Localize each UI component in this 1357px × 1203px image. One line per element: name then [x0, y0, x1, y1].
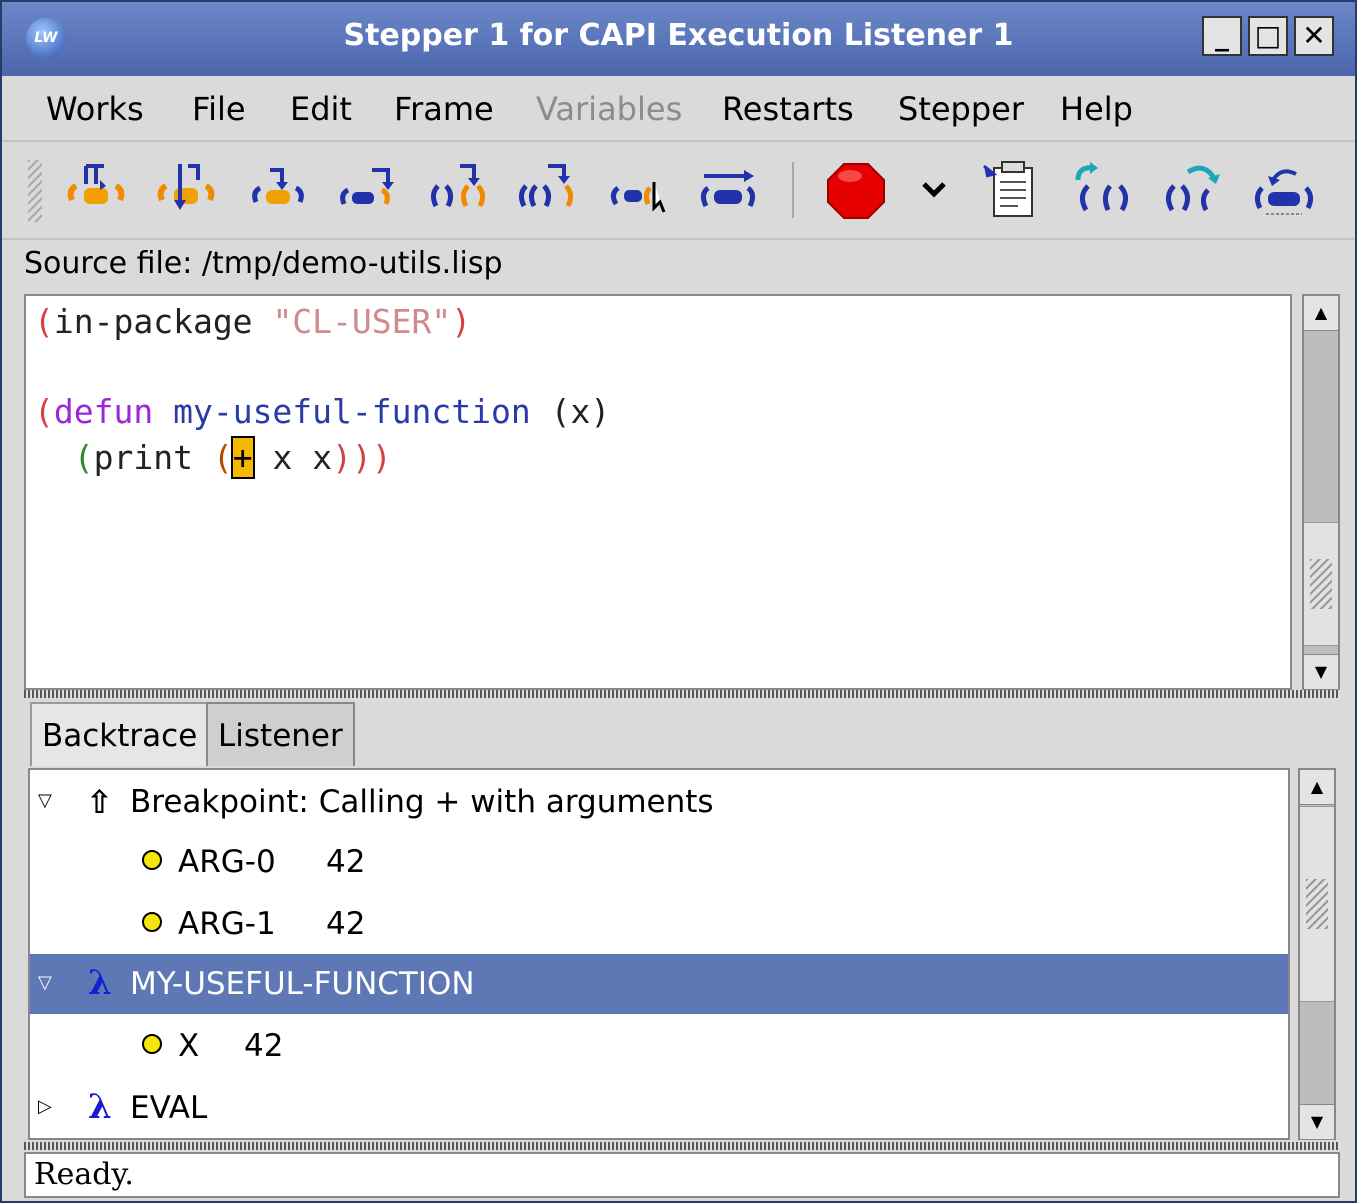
- tab-backtrace[interactable]: Backtrace: [30, 702, 210, 766]
- undo-macroexpand-icon[interactable]: [1252, 160, 1316, 222]
- step-into-icon[interactable]: [154, 160, 218, 222]
- step-out-icon[interactable]: [516, 160, 580, 222]
- source-editor[interactable]: (in-package "CL-USER") (defun my-useful-…: [24, 294, 1292, 690]
- arg-value: 42: [326, 844, 366, 880]
- stepper-cursor: +: [230, 436, 255, 479]
- lambda-icon: λ: [88, 963, 112, 1003]
- menu-edit[interactable]: Edit: [290, 90, 352, 128]
- backtrace-scrollbar[interactable]: ▲ ▼: [1298, 768, 1336, 1140]
- frame-label: EVAL: [130, 1090, 208, 1126]
- code-line-3: (print (+ x x))): [73, 436, 392, 479]
- menu-bar: Works File Edit Frame Variables Restarts…: [2, 78, 1355, 142]
- var-value: 42: [244, 1028, 284, 1064]
- minimize-button[interactable]: _: [1202, 16, 1242, 56]
- arg-name: ARG-0: [178, 844, 276, 880]
- arg-value: 42: [326, 906, 366, 942]
- pane-splitter[interactable]: [24, 690, 1340, 698]
- breakpoint-arrow-icon: ⇧: [86, 783, 113, 821]
- scroll-up-icon[interactable]: ▲: [1304, 296, 1338, 331]
- restart-frame-icon[interactable]: [1072, 160, 1136, 222]
- expand-triangle-icon[interactable]: ▽: [38, 792, 52, 810]
- tree-row-x[interactable]: X 42: [30, 1016, 1288, 1076]
- menu-frame[interactable]: Frame: [394, 90, 494, 128]
- tree-row-arg0[interactable]: ARG-0 42: [30, 832, 1288, 892]
- variable-dot-icon: [142, 1034, 162, 1054]
- maximize-button[interactable]: □: [1248, 16, 1288, 56]
- lambda-icon: λ: [88, 1087, 112, 1127]
- menu-works[interactable]: Works: [46, 90, 144, 128]
- expand-triangle-icon[interactable]: ▽: [38, 974, 52, 992]
- continue-icon[interactable]: [696, 160, 760, 222]
- menu-variables: Variables: [536, 90, 683, 128]
- dropdown-icon[interactable]: [902, 160, 966, 222]
- scroll-down-icon[interactable]: ▼: [1304, 654, 1338, 689]
- toolbar-separator: [792, 162, 794, 218]
- step-over-icon[interactable]: [336, 160, 400, 222]
- backtrace-scroll-thumb[interactable]: [1300, 806, 1334, 1002]
- tree-row-eval[interactable]: ▷ λ EVAL: [30, 1078, 1288, 1138]
- var-name: X: [178, 1028, 200, 1064]
- tab-listener[interactable]: Listener: [206, 702, 355, 766]
- step-to-value-icon[interactable]: [606, 160, 670, 222]
- step-through-call-icon[interactable]: [64, 160, 128, 222]
- menu-stepper[interactable]: Stepper: [898, 90, 1024, 128]
- scroll-down-icon[interactable]: ▼: [1300, 1104, 1334, 1139]
- variable-dot-icon: [142, 912, 162, 932]
- editor-scrollbar[interactable]: ▲ ▼: [1302, 294, 1340, 690]
- code-line-1: (in-package "CL-USER"): [34, 302, 472, 341]
- status-bar: Ready.: [24, 1152, 1340, 1198]
- code-line-2: (defun my-useful-function (x): [34, 392, 611, 431]
- window-title: Stepper 1 for CAPI Execution Listener 1: [343, 18, 1014, 53]
- tree-row-breakpoint[interactable]: ▽ ⇧ Breakpoint: Calling + with arguments: [30, 772, 1288, 832]
- backtrace-tree[interactable]: ▽ ⇧ Breakpoint: Calling + with arguments…: [28, 768, 1290, 1140]
- close-button[interactable]: ✕: [1294, 16, 1334, 56]
- stop-icon[interactable]: [824, 160, 888, 222]
- stepper-window: LW Stepper 1 for CAPI Execution Listener…: [0, 0, 1357, 1203]
- tree-row-arg1[interactable]: ARG-1 42: [30, 894, 1288, 954]
- collapse-triangle-icon[interactable]: ▷: [38, 1098, 52, 1116]
- arg-name: ARG-1: [178, 906, 276, 942]
- title-bar[interactable]: LW Stepper 1 for CAPI Execution Listener…: [2, 2, 1355, 76]
- frame-label: MY-USEFUL-FUNCTION: [130, 966, 475, 1002]
- menu-restarts[interactable]: Restarts: [722, 90, 854, 128]
- variable-dot-icon: [142, 850, 162, 870]
- menu-file[interactable]: File: [192, 90, 246, 128]
- breakpoint-label: Breakpoint: Calling + with arguments: [130, 784, 714, 820]
- menu-help[interactable]: Help: [1060, 90, 1133, 128]
- status-splitter[interactable]: [24, 1142, 1340, 1150]
- toolbar-grip[interactable]: [28, 160, 42, 222]
- editor-scroll-thumb[interactable]: [1304, 522, 1338, 646]
- source-file-label: Source file: /tmp/demo-utils.lisp: [24, 246, 503, 281]
- step-next-form-icon[interactable]: [426, 160, 490, 222]
- scroll-up-icon[interactable]: ▲: [1300, 770, 1334, 805]
- tree-row-my-useful-function[interactable]: ▽ λ MY-USEFUL-FUNCTION: [30, 954, 1288, 1014]
- source-file-icon[interactable]: [982, 160, 1046, 222]
- step-to-cursor-icon[interactable]: [246, 160, 310, 222]
- toolbar: [2, 142, 1355, 240]
- return-from-frame-icon[interactable]: [1162, 160, 1226, 222]
